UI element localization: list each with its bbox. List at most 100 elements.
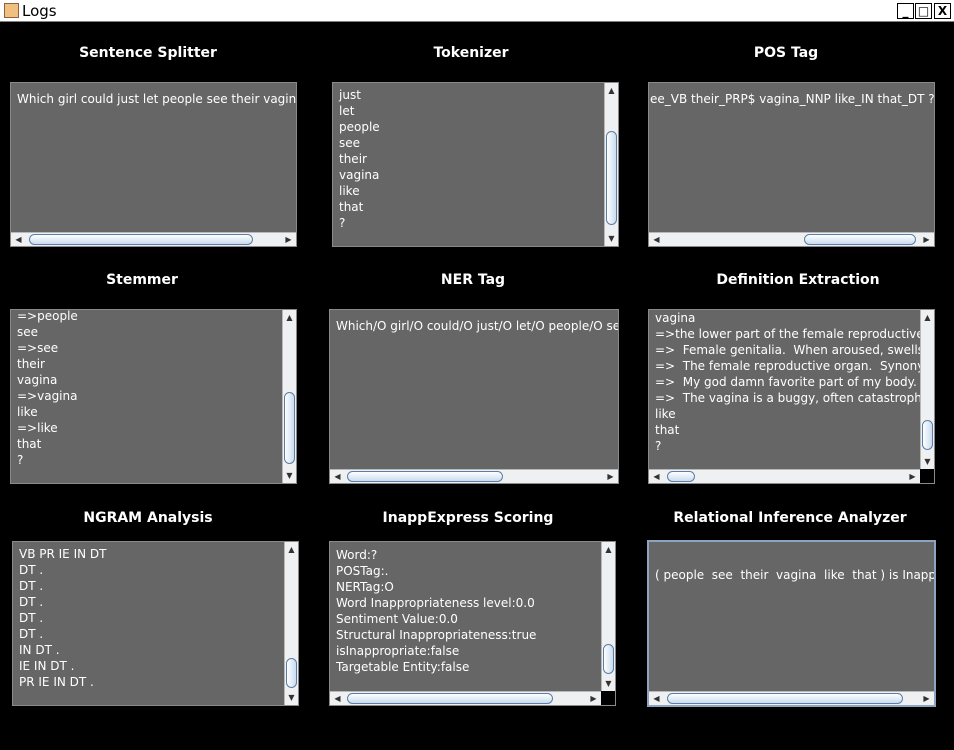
text-line: =>vagina (17, 389, 78, 403)
horizontal-scrollbar[interactable]: ◀ ▶ (649, 232, 934, 246)
scroll-right-icon[interactable]: ▶ (604, 470, 617, 483)
ngram-analysis-panel[interactable]: VB PR IE IN DT DT . DT . DT . DT . DT . IN DT … (12, 541, 299, 706)
inappexpress-scoring-panel[interactable]: Word:? POSTag:. NERTag:O Word Inappropriate… (329, 541, 616, 706)
text-line: =>the lower part of the female reproduct… (655, 327, 935, 341)
panel-title-ngram-analysis: NGRAM Analysis (83, 510, 213, 526)
text-line: Structural Inappropriateness:true (336, 628, 537, 642)
scroll-down-icon[interactable]: ▼ (285, 691, 298, 704)
pos-tag-panel[interactable]: ee_VB their_PRP$ vagina_NNP like_IN that… (648, 82, 935, 247)
scroll-left-icon[interactable]: ◀ (650, 692, 663, 705)
text-line: people (339, 120, 380, 134)
horizontal-scrollbar[interactable]: ◀ ▶ (330, 469, 618, 483)
scroll-left-icon[interactable]: ◀ (331, 692, 344, 705)
text-line: Which girl could just let people see the… (17, 92, 297, 106)
tokenizer-panel[interactable]: just let people see their vagina like that? ▲ ▼ (332, 82, 619, 247)
horizontal-scrollbar[interactable]: ◀ ▶ (11, 232, 296, 246)
vertical-scrollbar[interactable]: ▲ ▼ (282, 310, 296, 483)
scroll-thumb[interactable] (667, 693, 903, 704)
text-line: =>see (17, 341, 59, 355)
panel-title-pos-tag: POS Tag (753, 45, 819, 61)
vertical-scrollbar[interactable]: ▲ ▼ (920, 310, 934, 469)
panel-title-ner-tag: NER Tag (440, 272, 506, 288)
horizontal-scrollbar[interactable]: ◀ ▶ (649, 469, 920, 483)
text-line: PR IE IN DT . (19, 675, 94, 689)
text-line: => The vagina is a buggy, often catastro… (655, 391, 935, 405)
scroll-up-icon[interactable]: ▲ (285, 543, 298, 556)
scroll-thumb[interactable] (667, 471, 695, 482)
inappexpress-scoring-text: Word:? POSTag:. NERTag:O Word Inappropriate… (336, 547, 536, 675)
scroll-right-icon[interactable]: ▶ (920, 233, 933, 246)
scroll-thumb[interactable] (347, 693, 553, 704)
vertical-scrollbar[interactable]: ▲ ▼ (284, 542, 298, 705)
sentence-splitter-panel[interactable]: Which girl could just let people see the… (10, 82, 297, 247)
scroll-down-icon[interactable]: ▼ (921, 455, 934, 468)
text-line: just (339, 88, 361, 102)
panel-title-inappexpress-scoring: InappExpress Scoring (382, 510, 554, 526)
scroll-right-icon[interactable]: ▶ (906, 470, 919, 483)
scroll-right-icon[interactable]: ▶ (587, 692, 600, 705)
text-line: =>like (17, 421, 58, 435)
panel-title-definition-extraction: Definition Extraction (716, 272, 880, 288)
panel-title-sentence-splitter: Sentence Splitter (79, 45, 217, 61)
text-line: that (17, 437, 42, 451)
text-line: like (17, 405, 38, 419)
text-line: => The female reproductive organ. Synony… (655, 359, 935, 373)
scroll-thumb[interactable] (29, 234, 253, 245)
sentence-splitter-text: Which girl could just let people see the… (17, 91, 297, 107)
text-line: ? (655, 439, 662, 453)
text-line: DT . (19, 627, 44, 641)
ngram-analysis-text: VB PR IE IN DT DT . DT . DT . DT . DT . IN DT … (19, 546, 106, 690)
scroll-thumb[interactable] (606, 131, 617, 225)
panel-title-relational-inference-analyzer: Relational Inference Analyzer (673, 510, 907, 526)
text-line: vagina (17, 373, 58, 387)
vertical-scrollbar[interactable]: ▲ ▼ (601, 542, 615, 691)
scroll-left-icon[interactable]: ◀ (650, 233, 663, 246)
vertical-scrollbar[interactable]: ▲ ▼ (604, 83, 618, 246)
scroll-left-icon[interactable]: ◀ (12, 233, 25, 246)
scroll-right-icon[interactable]: ▶ (282, 233, 295, 246)
scroll-down-icon[interactable]: ▼ (605, 232, 618, 245)
scroll-thumb[interactable] (804, 234, 916, 245)
scroll-left-icon[interactable]: ◀ (650, 470, 663, 483)
ner-tag-text: Which/O girl/O could/O just/O let/O peop… (336, 318, 618, 334)
text-line: IN DT . (19, 643, 60, 657)
scroll-thumb[interactable] (284, 392, 295, 464)
stemmer-text: =>people see =>see their vagina =>vagina like =… (17, 310, 78, 468)
definition-extraction-panel[interactable]: vagina =>the lower part of the female rep… (648, 309, 935, 484)
definition-extraction-text: vagina =>the lower part of the female rep… (655, 310, 935, 454)
scroll-up-icon[interactable]: ▲ (283, 311, 296, 324)
text-line: Sentiment Value:0.0 (336, 612, 458, 626)
stemmer-panel[interactable]: =>people see =>see their vagina =>vagina like =… (10, 309, 297, 484)
text-line: like (655, 407, 676, 421)
scroll-thumb[interactable] (922, 420, 933, 450)
scroll-thumb[interactable] (286, 658, 297, 688)
text-line: DT . (19, 595, 44, 609)
text-line: their (17, 357, 45, 371)
minimize-button[interactable]: _ (897, 3, 914, 19)
text-line: see (17, 325, 39, 339)
horizontal-scrollbar[interactable]: ◀ ▶ (649, 691, 934, 705)
scroll-up-icon[interactable]: ▲ (605, 84, 618, 97)
text-line: VB PR IE IN DT (19, 547, 107, 561)
ner-tag-panel[interactable]: Which/O girl/O could/O just/O let/O peop… (329, 309, 619, 484)
scroll-up-icon[interactable]: ▲ (921, 311, 934, 324)
scroll-right-icon[interactable]: ▶ (920, 692, 933, 705)
text-line: ( people see their vagina like that ) is… (655, 568, 936, 582)
text-line: POSTag:. (336, 564, 389, 578)
window-title: Logs (22, 2, 57, 20)
text-line: their (339, 152, 367, 166)
scroll-down-icon[interactable]: ▼ (283, 469, 296, 482)
close-button[interactable]: X (934, 3, 951, 19)
scroll-thumb[interactable] (603, 644, 614, 674)
scroll-down-icon[interactable]: ▼ (602, 677, 615, 690)
scroll-left-icon[interactable]: ◀ (331, 470, 344, 483)
scroll-up-icon[interactable]: ▲ (602, 543, 615, 556)
maximize-button[interactable]: □ (915, 3, 932, 19)
panel-title-stemmer: Stemmer (106, 272, 178, 288)
relational-inference-panel[interactable]: ( people see their vagina like that ) is… (647, 540, 936, 707)
window-title-bar[interactable]: Logs _ □ X (0, 0, 954, 22)
scroll-thumb[interactable] (347, 471, 503, 482)
horizontal-scrollbar[interactable]: ◀ ▶ (330, 691, 601, 705)
text-line: NERTag:O (336, 580, 394, 594)
scroll-corner (920, 469, 934, 483)
